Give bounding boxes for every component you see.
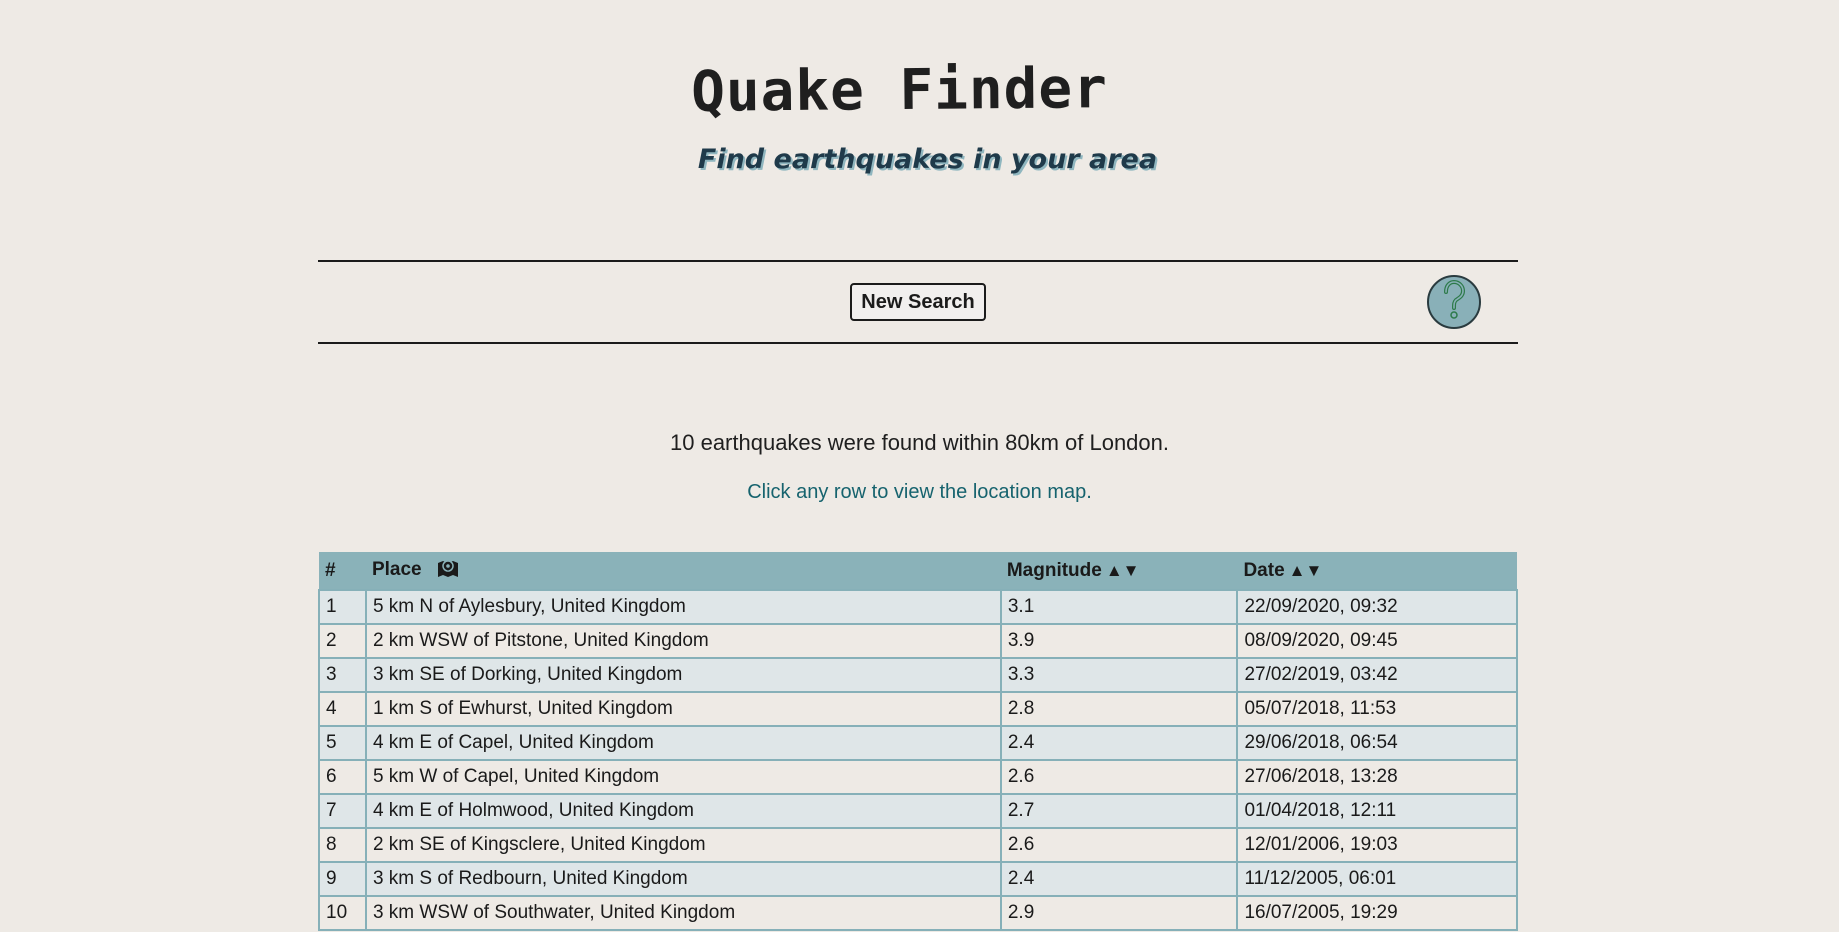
- cell-place: 4 km E of Capel, United Kingdom: [364, 725, 1002, 761]
- column-index-label: #: [325, 559, 336, 581]
- cell-place: 3 km SE of Dorking, United Kingdom: [364, 657, 1002, 693]
- help-button[interactable]: [1427, 275, 1481, 329]
- new-search-button[interactable]: New Search: [850, 283, 986, 321]
- cell-place: 3 km WSW of Southwater, United Kingdom: [364, 895, 1002, 931]
- cell-place: 2 km WSW of Pitstone, United Kingdom: [364, 623, 1002, 659]
- map-marker-icon: [437, 558, 459, 584]
- cell-magnitude: 3.1: [999, 589, 1239, 625]
- table-row[interactable]: 41 km S of Ewhurst, United Kingdom 2.8 05/…: [318, 691, 1518, 727]
- cell-index: 10: [318, 895, 367, 931]
- cell-index: 6: [318, 759, 367, 795]
- table-row[interactable]: 33 km SE of Dorking, United Kingdom 3.3 27…: [318, 657, 1518, 693]
- cell-date: 12/01/2006, 19:03: [1236, 827, 1518, 863]
- earthquake-table: # Place Magnitude ▲▼ Date ▲▼ 15 km N of …: [318, 552, 1518, 931]
- table-row[interactable]: 82 km SE of Kingsclere, United Kingdom 2.…: [318, 827, 1518, 863]
- table-row[interactable]: 22 km WSW of Pitstone, United Kingdom 3.9…: [318, 623, 1518, 659]
- cell-place: 2 km SE of Kingsclere, United Kingdom: [364, 827, 1002, 863]
- cell-date: 11/12/2005, 06:01: [1236, 861, 1518, 897]
- cell-magnitude: 2.6: [999, 827, 1239, 863]
- column-magnitude-label: Magnitude: [1006, 559, 1102, 581]
- cell-date: 08/09/2020, 09:45: [1236, 623, 1518, 659]
- cell-magnitude: 2.4: [999, 725, 1239, 761]
- cell-date: 01/04/2018, 12:11: [1236, 793, 1518, 829]
- cell-magnitude: 3.3: [999, 657, 1239, 693]
- cell-magnitude: 2.6: [999, 759, 1239, 795]
- column-date-label: Date: [1243, 559, 1285, 581]
- table-row[interactable]: 65 km W of Capel, United Kingdom 2.6 27/06…: [318, 759, 1518, 795]
- sort-arrows-icon[interactable]: ▲▼: [1106, 561, 1140, 580]
- cell-date: 27/06/2018, 13:28: [1236, 759, 1518, 795]
- cell-index: 4: [318, 691, 367, 727]
- cell-magnitude: 2.8: [999, 691, 1239, 727]
- cell-place: 3 km S of Redbourn, United Kingdom: [364, 861, 1002, 897]
- column-header-magnitude[interactable]: Magnitude ▲▼: [1000, 552, 1238, 590]
- cell-date: 16/07/2005, 19:29: [1236, 895, 1518, 931]
- cell-index: 9: [318, 861, 367, 897]
- column-header-place: Place: [365, 552, 1001, 590]
- cell-date: 22/09/2020, 09:32: [1236, 589, 1518, 625]
- page-subtitle: Find earthquakes in your area: [697, 144, 1158, 175]
- table-row[interactable]: 74 km E of Holmwood, United Kingdom 2.7 01…: [318, 793, 1518, 829]
- page-title: Quake Finder: [690, 56, 1109, 125]
- toolbar: New Search: [318, 260, 1518, 344]
- cell-magnitude: 2.4: [999, 861, 1239, 897]
- table-row[interactable]: 54 km E of Capel, United Kingdom 2.4 29/06…: [318, 725, 1518, 761]
- column-place-label: Place: [371, 558, 422, 580]
- cell-place: 5 km N of Aylesbury, United Kingdom: [364, 589, 1002, 625]
- cell-magnitude: 2.7: [999, 793, 1239, 829]
- cell-magnitude: 3.9: [999, 623, 1239, 659]
- column-header-index: #: [319, 552, 366, 590]
- results-summary: 10 earthquakes were found within 80km of…: [670, 430, 1169, 455]
- cell-place: 4 km E of Holmwood, United Kingdom: [364, 793, 1002, 829]
- cell-magnitude: 2.9: [999, 895, 1239, 931]
- cell-index: 5: [318, 725, 367, 761]
- cell-index: 1: [318, 589, 367, 625]
- sort-arrows-icon[interactable]: ▲▼: [1289, 561, 1323, 580]
- cell-index: 3: [318, 657, 367, 693]
- table-header-row: # Place Magnitude ▲▼ Date ▲▼: [319, 552, 1517, 590]
- cell-place: 1 km S of Ewhurst, United Kingdom: [364, 691, 1002, 727]
- question-mark-icon: [1439, 279, 1469, 325]
- cell-place: 5 km W of Capel, United Kingdom: [364, 759, 1002, 795]
- cell-index: 8: [318, 827, 367, 863]
- cell-index: 7: [318, 793, 367, 829]
- column-header-date[interactable]: Date ▲▼: [1237, 552, 1517, 590]
- table-row[interactable]: 93 km S of Redbourn, United Kingdom 2.4 11…: [318, 861, 1518, 897]
- results-hint: Click any row to view the location map.: [747, 481, 1092, 503]
- cell-index: 2: [318, 623, 367, 659]
- table-row[interactable]: 15 km N of Aylesbury, United Kingdom 3.1 2…: [318, 589, 1518, 625]
- cell-date: 29/06/2018, 06:54: [1236, 725, 1518, 761]
- table-row[interactable]: 10 3 km WSW of Southwater, United Kingdom…: [318, 895, 1518, 931]
- cell-date: 05/07/2018, 11:53: [1236, 691, 1518, 727]
- cell-date: 27/02/2019, 03:42: [1236, 657, 1518, 693]
